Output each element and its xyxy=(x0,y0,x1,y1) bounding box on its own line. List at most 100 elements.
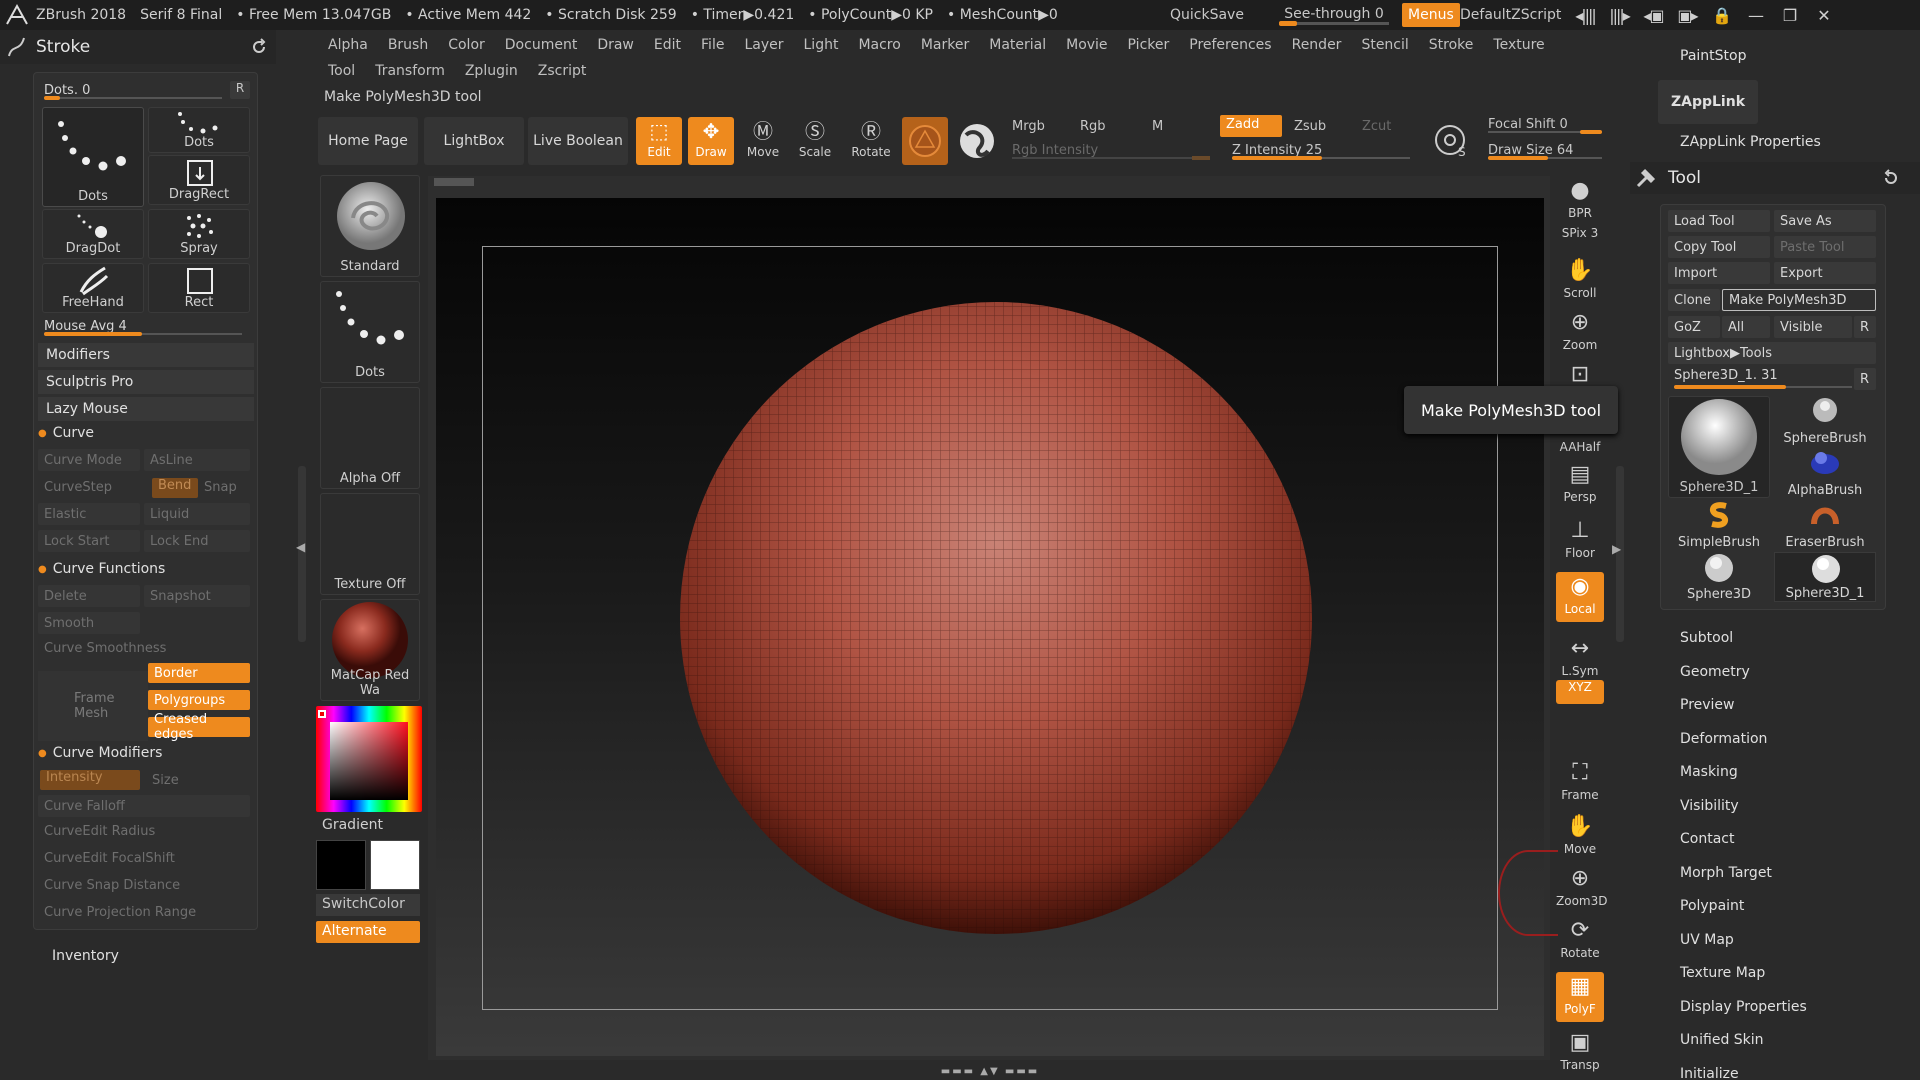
color-picker[interactable] xyxy=(316,706,422,814)
curveedit-radius-slider[interactable]: CurveEdit Radius xyxy=(44,820,244,842)
tool-section-texture-map[interactable]: Texture Map xyxy=(1680,965,1765,981)
menu-marker[interactable]: Marker xyxy=(911,37,979,53)
creased-edges-button[interactable]: Creased edges xyxy=(148,712,250,742)
menu-render[interactable]: Render xyxy=(1282,37,1352,53)
material-tile[interactable]: MatCap Red Wa xyxy=(320,599,420,701)
tool-section-deformation[interactable]: Deformation xyxy=(1680,731,1767,747)
menu-macro[interactable]: Macro xyxy=(848,37,910,53)
menu-draw[interactable]: Draw xyxy=(587,37,644,53)
asline-button[interactable]: AsLine xyxy=(144,449,250,471)
menu-document[interactable]: Document xyxy=(495,37,588,53)
spray-stroke[interactable]: Spray xyxy=(148,209,250,259)
size-button[interactable]: Size xyxy=(152,769,179,791)
export-button[interactable]: Export xyxy=(1774,262,1876,284)
alternate-button[interactable]: Alternate xyxy=(316,921,420,943)
frame-mesh-button[interactable]: Frame Mesh xyxy=(38,671,148,741)
curveedit-focalshift-slider[interactable]: CurveEdit FocalShift xyxy=(44,847,244,869)
shelf-zoom-button[interactable]: ⊕ Zoom xyxy=(1556,308,1604,356)
shelf-l-sym-button[interactable]: ↔ L.Sym xyxy=(1556,634,1604,678)
menu-brush[interactable]: Brush xyxy=(378,37,438,53)
edit-button[interactable]: ⬚ Edit xyxy=(636,117,682,165)
menu-texture[interactable]: Texture xyxy=(1483,37,1554,53)
bend-button[interactable]: Bend xyxy=(152,478,198,498)
menu-transform[interactable]: Transform xyxy=(365,63,455,79)
liquid-button[interactable]: Liquid xyxy=(144,503,250,525)
main-color-swatch[interactable] xyxy=(316,840,366,890)
menus-button[interactable]: Menus xyxy=(1402,3,1460,27)
menu-light[interactable]: Light xyxy=(794,37,849,53)
sphere3d-tile[interactable]: Sphere3D xyxy=(1668,552,1770,602)
mouse-avg-slider[interactable]: Mouse Avg 4 xyxy=(38,315,248,337)
tool-section-polypaint[interactable]: Polypaint xyxy=(1680,898,1744,914)
r-button[interactable]: R xyxy=(230,81,250,99)
refresh-icon[interactable] xyxy=(250,38,268,56)
spherebrush-tile[interactable]: SphereBrush xyxy=(1774,396,1876,446)
home-page-button[interactable]: Home Page xyxy=(318,117,418,165)
mrgb-button[interactable]: Mrgb xyxy=(1006,115,1070,137)
r-button[interactable]: R xyxy=(1854,316,1876,338)
paintstop-button[interactable]: PaintStop xyxy=(1680,48,1746,64)
canvas-tab[interactable] xyxy=(434,178,474,186)
sphere3d-1-tile[interactable]: Sphere3D_1 xyxy=(1774,552,1876,602)
paste-tool-button[interactable]: Paste Tool xyxy=(1774,236,1876,258)
draw-size-slider[interactable]: Draw Size 64 xyxy=(1482,139,1602,161)
tool-section-visibility[interactable]: Visibility xyxy=(1680,798,1739,814)
simplebrush-tile[interactable]: SimpleBrush xyxy=(1668,500,1770,550)
border-button[interactable]: Border xyxy=(148,663,250,683)
curve-projection-range-slider[interactable]: Curve Projection Range xyxy=(44,901,244,923)
dragrect-stroke[interactable]: DragRect xyxy=(148,155,250,205)
move-button[interactable]: Ⓜ Move xyxy=(740,117,786,165)
goz-button[interactable]: GoZ xyxy=(1668,316,1720,338)
rgb-intensity-slider[interactable]: Rgb Intensity xyxy=(1006,139,1216,161)
shelf-xyz-button[interactable]: ⟲XYZ xyxy=(1556,680,1604,704)
lightbox-button[interactable]: LightBox xyxy=(424,117,524,165)
tool-palette-header[interactable]: Tool xyxy=(1630,162,1920,194)
menu-movie[interactable]: Movie xyxy=(1056,37,1117,53)
material-toggle-button[interactable] xyxy=(902,117,948,165)
dots-stroke-small[interactable]: Dots xyxy=(148,107,250,153)
menu-alpha[interactable]: Alpha xyxy=(318,37,378,53)
focal-shift-slider[interactable]: Focal Shift 0 xyxy=(1482,113,1602,135)
menu-zscript[interactable]: Zscript xyxy=(528,63,597,79)
tool-section-unified-skin[interactable]: Unified Skin xyxy=(1680,1032,1764,1048)
curve-snap-distance-slider[interactable]: Curve Snap Distance xyxy=(44,874,244,896)
polygroups-button[interactable]: Polygroups xyxy=(148,690,250,710)
shelf-local-button[interactable]: ◉ Local xyxy=(1556,572,1604,622)
dots-stroke-large[interactable]: Dots xyxy=(42,107,144,207)
tool-section-initialize[interactable]: Initialize xyxy=(1680,1066,1739,1080)
tool-section-display-properties[interactable]: Display Properties xyxy=(1680,999,1807,1015)
gradient-label[interactable]: Gradient xyxy=(322,817,383,833)
refresh-icon[interactable] xyxy=(1882,169,1900,187)
menu-material[interactable]: Material xyxy=(979,37,1056,53)
menu-stencil[interactable]: Stencil xyxy=(1351,37,1418,53)
expand-icon[interactable]: ||||▸ xyxy=(1602,6,1636,25)
menu-stroke[interactable]: Stroke xyxy=(1419,37,1484,53)
quicksave-button[interactable]: QuickSave xyxy=(1170,0,1244,30)
save-as-button[interactable]: Save As xyxy=(1774,210,1876,232)
gizmo-ring[interactable] xyxy=(1498,850,1558,936)
close-icon[interactable]: ✕ xyxy=(1806,6,1840,25)
lock-start-button[interactable]: Lock Start xyxy=(38,530,140,552)
live-boolean-button[interactable]: Live Boolean xyxy=(528,117,628,165)
shelf-spix-3-button[interactable]: SPix 3 xyxy=(1556,226,1604,246)
curve-modifiers-section[interactable]: ● Curve Modifiers xyxy=(38,745,162,761)
alpha-off-tile[interactable]: Alpha Off xyxy=(320,387,420,489)
shelf-frame-button[interactable]: ⛶ Frame xyxy=(1556,758,1604,808)
shelf-zoom3d-button[interactable]: ⊕ Zoom3D xyxy=(1556,864,1607,914)
shelf-transp-button[interactable]: ▣ Transp xyxy=(1556,1028,1604,1072)
menu-layer[interactable]: Layer xyxy=(734,37,793,53)
make-polymesh3d-button[interactable]: Make PolyMesh3D xyxy=(1722,289,1876,311)
zapplink-properties[interactable]: ZAppLink Properties xyxy=(1680,134,1821,150)
scale-button[interactable]: Ⓢ Scale xyxy=(792,117,838,165)
brush-standard-tile[interactable]: Standard xyxy=(320,175,420,277)
alphabrush-tile[interactable]: AlphaBrush xyxy=(1774,448,1876,498)
collapse-right-icon[interactable]: ▶ xyxy=(1612,542,1621,556)
tool-section-contact[interactable]: Contact xyxy=(1680,831,1734,847)
intensity-button[interactable]: Intensity xyxy=(40,770,140,790)
minimize-icon[interactable]: — xyxy=(1738,6,1772,25)
prev-layout-icon[interactable]: ◂▣ xyxy=(1636,6,1670,25)
elastic-button[interactable]: Elastic xyxy=(38,503,140,525)
collapse-left-icon[interactable]: ◀ xyxy=(296,540,305,554)
curve-smoothness-slider[interactable]: Curve Smoothness xyxy=(44,637,244,659)
texture-off-tile[interactable]: Texture Off xyxy=(320,493,420,595)
